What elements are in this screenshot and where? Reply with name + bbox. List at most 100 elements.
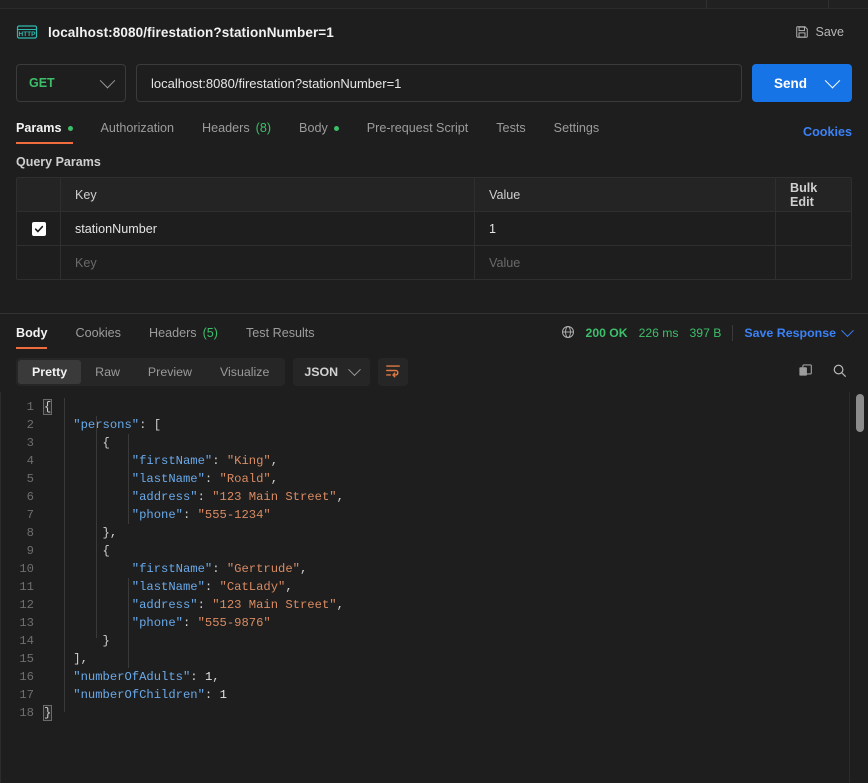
line-number: 5 [26,472,34,486]
wrap-lines-button[interactable] [378,358,409,386]
code-line: 13 "phone": "555-9876" [0,614,868,632]
code-line-text: "phone": "555-9876" [131,616,271,630]
empty-row-checkbox-cell [17,246,61,279]
line-number: 13 [19,616,34,630]
view-mode-pretty[interactable]: Pretty [18,360,82,384]
response-view-toolbar: Pretty Raw Preview Visualize JSON [0,352,868,392]
code-line-text: ], [44,652,88,666]
line-number: 3 [26,436,34,450]
tab-params-label: Params [16,121,62,135]
tab-pre-request-script-label: Pre-request Script [366,121,469,135]
table-row-empty: Key Value [17,246,851,279]
code-line: 12 "address": "123 Main Street", [0,596,868,614]
response-tab-body[interactable]: Body [16,318,61,349]
copy-icon [798,363,813,381]
code-line: 7 "phone": "555-1234" [0,506,868,524]
view-mode-preview[interactable]: Preview [134,360,206,384]
code-line-text: }, [44,526,118,540]
code-right-border [849,392,850,783]
code-line: 16 "numberOfAdults": 1, [0,668,868,686]
line-number: 10 [19,562,34,576]
response-tab-body-label: Body [16,326,48,340]
response-tab-cookies-label: Cookies [75,326,121,340]
response-language-label: JSON [304,365,339,379]
header-cell-checkbox [17,178,61,211]
code-line-text: "lastName": "CatLady", [131,580,293,594]
code-line-text: "address": "123 Main Street", [131,490,344,504]
new-param-key-input[interactable]: Key [61,246,475,279]
code-line-text: "address": "123 Main Street", [131,598,344,612]
params-modified-dot-icon [67,125,73,131]
send-options-caret[interactable] [824,64,852,102]
svg-text:HTTP: HTTP [19,31,37,38]
search-icon [832,363,847,381]
tab-authorization[interactable]: Authorization [87,113,189,143]
url-input[interactable]: localhost:8080/firestation?stationNumber… [136,64,742,102]
response-tab-headers-label: Headers [148,326,197,340]
table-header-row: Key Value Bulk Edit [17,178,851,212]
request-header: HTTP localhost:8080/firestation?stationN… [0,9,868,55]
body-scrollbar-thumb[interactable] [856,394,864,432]
indent-guide [96,416,97,638]
send-button-label: Send [773,75,807,91]
response-body-viewer[interactable]: 1{2 "persons": [3 {4 "firstName": "King"… [0,392,868,783]
code-line-text: { [44,436,110,450]
floppy-disk-icon [795,25,809,39]
tab-tests-label: Tests [496,121,526,135]
tab-headers[interactable]: Headers (8) [188,113,285,143]
tab-pre-request-script[interactable]: Pre-request Script [353,113,483,143]
code-line: 4 "firstName": "King", [0,452,868,470]
response-tab-headers[interactable]: Headers (5) [135,318,232,348]
chevron-down-icon [99,72,116,88]
query-params-label: Query Params [16,155,101,169]
meta-divider [732,325,734,341]
send-button[interactable]: Send [751,64,852,102]
tab-tests[interactable]: Tests [482,113,539,143]
code-line: 14 } [0,632,868,650]
view-mode-visualize[interactable]: Visualize [206,360,283,384]
line-number: 4 [26,454,34,468]
tab-body[interactable]: Body [285,113,353,143]
row-checkbox-cell [17,212,61,245]
response-language-select[interactable]: JSON [293,358,371,386]
response-tab-test-results[interactable]: Test Results [232,318,329,348]
param-value-input[interactable]: 1 [475,212,776,245]
bulk-edit-button[interactable]: Bulk Edit [776,178,851,211]
code-line-text: "firstName": "Gertrude", [131,562,308,576]
line-number: 14 [19,634,34,648]
param-enabled-checkbox[interactable] [31,221,46,236]
search-body-button[interactable] [826,359,852,385]
new-param-value-input[interactable]: Value [475,246,776,279]
code-line-text: "numberOfChildren": 1 [73,688,227,702]
postman-request-window: HTTP localhost:8080/firestation?stationN… [0,0,868,783]
cookies-link[interactable]: Cookies [803,125,852,143]
tab-settings-label: Settings [553,121,600,135]
copy-button[interactable] [792,359,818,385]
view-mode-group: Pretty Raw Preview Visualize [16,358,286,386]
line-number: 7 [26,508,34,522]
page-title: localhost:8080/firestation?stationNumber… [48,24,334,40]
param-key-input[interactable]: stationNumber [61,212,475,245]
header-cell-value: Value [475,178,776,211]
code-line-text: } [42,705,53,721]
view-mode-raw[interactable]: Raw [81,360,134,384]
tab-headers-count: (8) [255,121,272,135]
save-button[interactable]: Save [787,21,853,43]
line-number: 2 [26,418,34,432]
chevron-down-icon [348,362,361,376]
response-tab-cookies[interactable]: Cookies [61,318,135,348]
globe-icon[interactable] [561,325,575,342]
row-actions-cell [776,212,851,245]
code-line: 18} [0,704,868,722]
code-left-border [0,392,1,783]
line-number: 12 [19,598,34,612]
code-line: 15 ], [0,650,868,668]
tab-strip-segment [0,0,707,8]
save-response-button[interactable]: Save Response [744,323,854,340]
body-scrollbar[interactable] [856,392,864,783]
http-method-select[interactable]: GET [16,64,126,102]
line-number: 1 [26,400,34,414]
code-line-text: "persons": [ [73,418,162,432]
tab-settings[interactable]: Settings [540,113,614,143]
tab-params[interactable]: Params [16,113,87,144]
